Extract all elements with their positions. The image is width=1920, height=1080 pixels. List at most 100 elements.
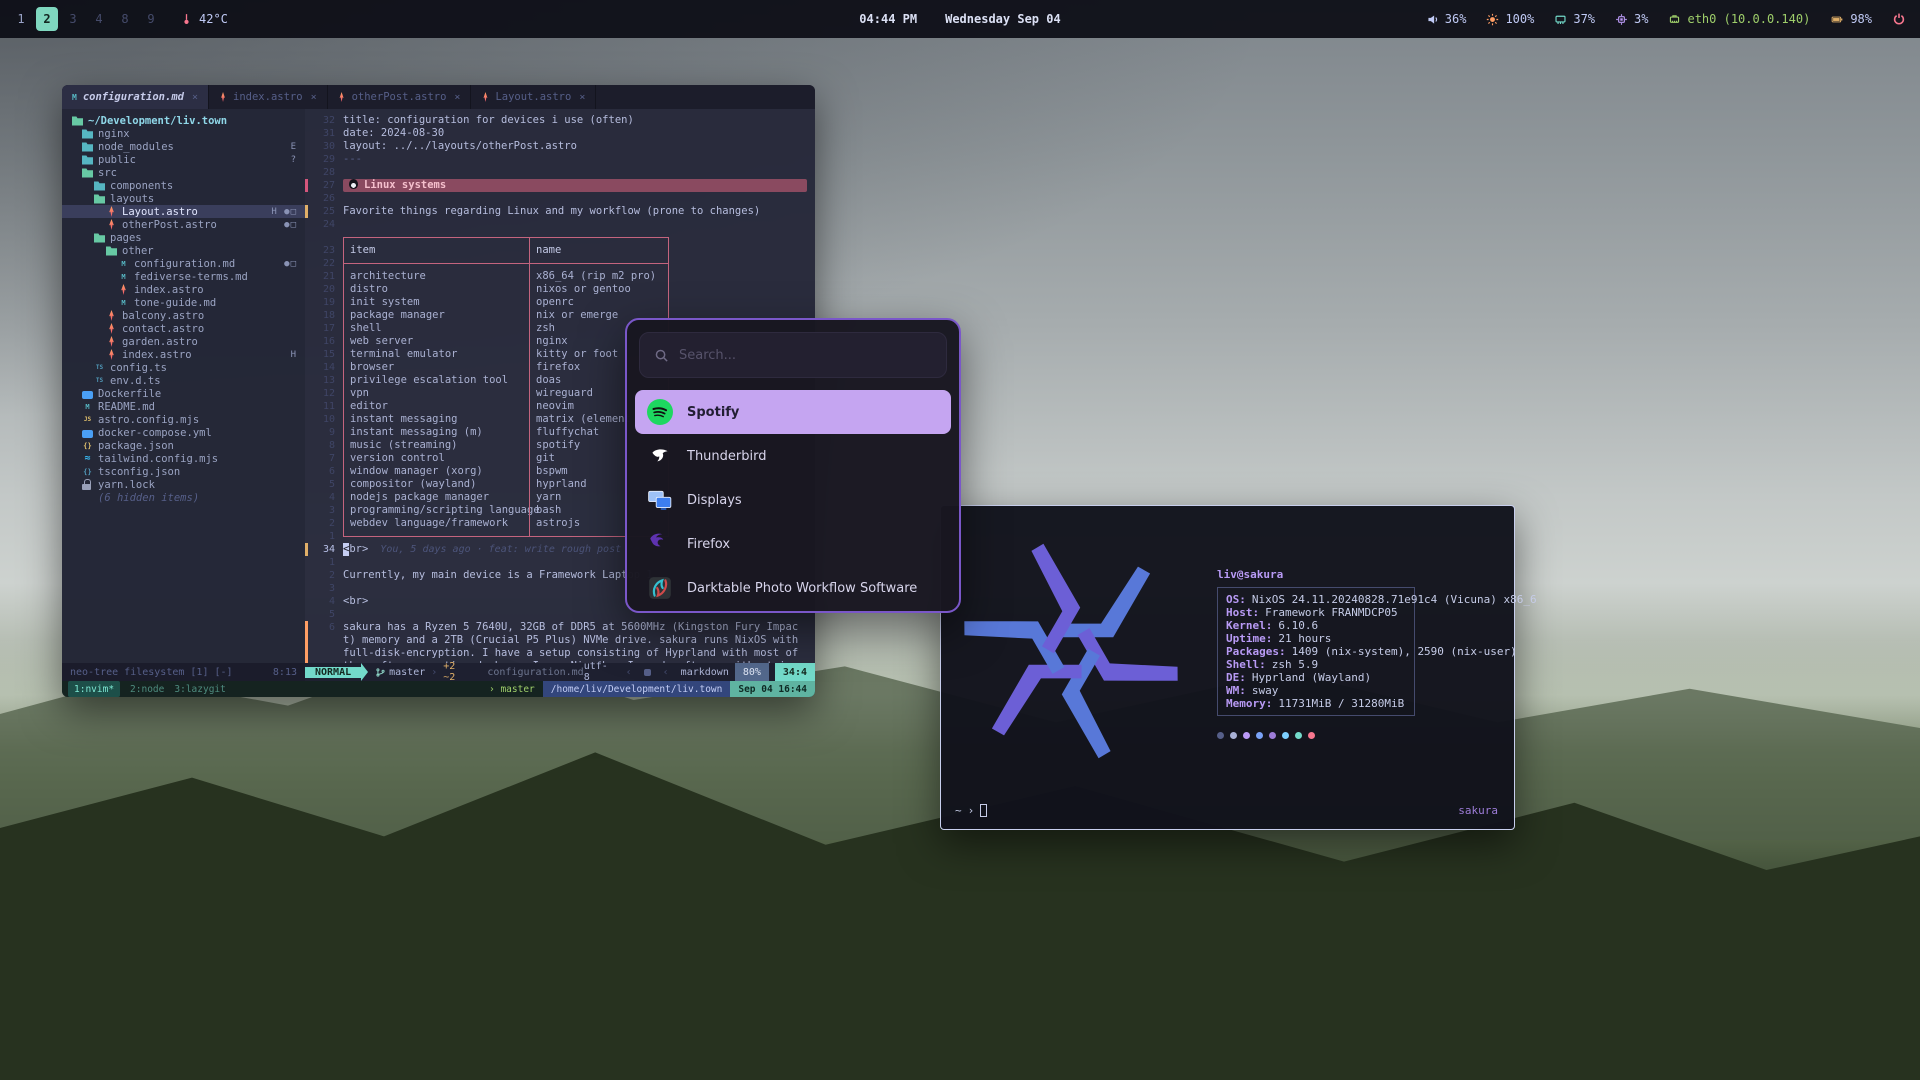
app-row[interactable]: Darktable Photo Workflow Software [635,566,951,610]
tree-item[interactable]: otherPost.astro ●□ [62,218,305,231]
line-number: 2 [313,569,343,582]
app-row[interactable]: Spotify [635,390,951,434]
tree-item[interactable]: balcony.astro [62,309,305,322]
app-row[interactable]: Firefox [635,522,951,566]
tree-item[interactable]: tsconfig.json [62,465,305,478]
tab-close-icon[interactable]: × [454,92,460,103]
tree-item[interactable]: package.json [62,439,305,452]
tmux-window[interactable]: 2:node [130,681,164,697]
tree-item[interactable]: config.ts [62,361,305,374]
network-module[interactable]: eth0 (10.0.0.140) [1668,12,1810,26]
terminal-prompt[interactable]: ~ › [955,804,987,817]
tree-item-label: garden.astro [122,336,198,348]
workspace-button[interactable]: 1 [10,7,32,31]
gutter-sign [305,192,311,205]
tab-label: Layout.astro [495,91,571,103]
workspace-button[interactable]: 3 [62,7,84,31]
file-type-icon [82,492,93,503]
cpu-module[interactable]: 3% [1615,12,1648,26]
tree-item[interactable]: pages [62,231,305,244]
tree-item[interactable]: components [62,179,305,192]
power-button[interactable] [1892,12,1906,26]
tree-item[interactable]: (6 hidden items) [62,491,305,504]
tab-close-icon[interactable]: × [192,92,198,103]
tree-item[interactable]: index.astro H [62,348,305,361]
file-type-icon [82,466,93,477]
editor-line: 30 layout: ../../layouts/otherPost.astro [305,140,815,153]
tree-item[interactable]: Dockerfile [62,387,305,400]
file-type-icon [106,245,117,256]
tree-item[interactable]: tailwind.config.mjs [62,452,305,465]
tree-item[interactable]: configuration.md ●□ [62,257,305,270]
file-type-icon [72,93,77,102]
tmux-cwd-path: /home/liv/Development/liv.town [543,681,731,697]
launcher-search[interactable] [639,332,947,378]
tree-item-label: docker-compose.yml [98,427,212,439]
temperature-module[interactable]: 42°C [180,12,228,26]
app-label: Spotify [687,405,739,420]
statusline-separator: › [431,667,437,678]
editor-tab[interactable]: index.astro × [209,85,328,109]
tree-item-label: (6 hidden items) [98,492,199,504]
table-cell-item [343,257,529,270]
tab-close-icon[interactable]: × [579,92,585,103]
editor-tab[interactable]: otherPost.astro × [328,85,472,109]
editor-tab[interactable]: Layout.astro × [471,85,596,109]
line-number: 12 [313,387,343,400]
tree-item[interactable]: tone-guide.md [62,296,305,309]
tree-item[interactable]: README.md [62,400,305,413]
workspace-number: 9 [147,12,154,26]
line-number: 24 [313,218,343,231]
table-cell-item: browser [343,361,529,374]
info-row: Memory: 11731MiB / 31280MiB [1226,697,1406,710]
displays-icon [647,487,673,513]
clock[interactable]: 04:44 PM Wednesday Sep 04 [859,12,1060,26]
line-number: 17 [313,322,343,335]
tree-item[interactable]: layouts [62,192,305,205]
git-branch: master [376,667,425,678]
editor-tab[interactable]: configuration.md × [62,85,209,109]
gutter-sign [305,205,311,218]
tree-item[interactable]: contact.astro [62,322,305,335]
tree-item[interactable]: index.astro [62,283,305,296]
tree-item-label: node_modules [98,141,174,153]
tab-close-icon[interactable]: × [311,92,317,103]
brightness-module[interactable]: 100% [1486,12,1534,26]
tree-item[interactable]: src [62,166,305,179]
tree-item[interactable]: garden.astro [62,335,305,348]
tree-item[interactable]: yarn.lock [62,478,305,491]
tree-item[interactable]: fediverse-terms.md [62,270,305,283]
tree-item[interactable]: other [62,244,305,257]
tree-item[interactable]: Layout.astro H ●□ [62,205,305,218]
tree-item[interactable]: node_modules E [62,140,305,153]
workspace-button[interactable]: 8 [114,7,136,31]
line-number: 32 [313,114,343,127]
tree-item[interactable]: astro.config.mjs [62,413,305,426]
workspace-number: 4 [95,12,102,26]
line-number: 3 [313,582,343,595]
tmux-window[interactable]: 1:nvim* [68,681,120,697]
search-input[interactable] [679,348,932,363]
workspace-button[interactable]: 4 [88,7,110,31]
info-value: 6.10.6 [1278,619,1318,632]
line-number: 20 [313,283,343,296]
volume-module[interactable]: 36% [1426,12,1467,26]
tree-item[interactable]: env.d.ts [62,374,305,387]
app-row[interactable]: Thunderbird [635,434,951,478]
tmux-window[interactable]: 3:lazygit [174,681,225,697]
app-row[interactable]: Displays [635,478,951,522]
fastfetch-terminal[interactable]: liv@sakura OS: NixOS 24.11.20240828.71e9… [940,505,1515,830]
filetype-label: markdown [681,667,729,678]
tree-item-label: fediverse-terms.md [134,271,248,283]
tree-item[interactable]: nginx [62,127,305,140]
line-number: 15 [313,348,343,361]
memory-module[interactable]: 37% [1554,12,1595,26]
line-text: Favorite things regarding Linux and my w… [343,205,760,218]
tree-item[interactable]: ~/Development/liv.town [62,114,305,127]
workspace-button[interactable]: 9 [140,7,162,31]
tree-item[interactable]: public ? [62,153,305,166]
battery-module[interactable]: 98% [1830,12,1872,26]
file-type-icon [82,128,93,139]
workspace-button[interactable]: 2 [36,7,58,31]
tree-item[interactable]: docker-compose.yml [62,426,305,439]
